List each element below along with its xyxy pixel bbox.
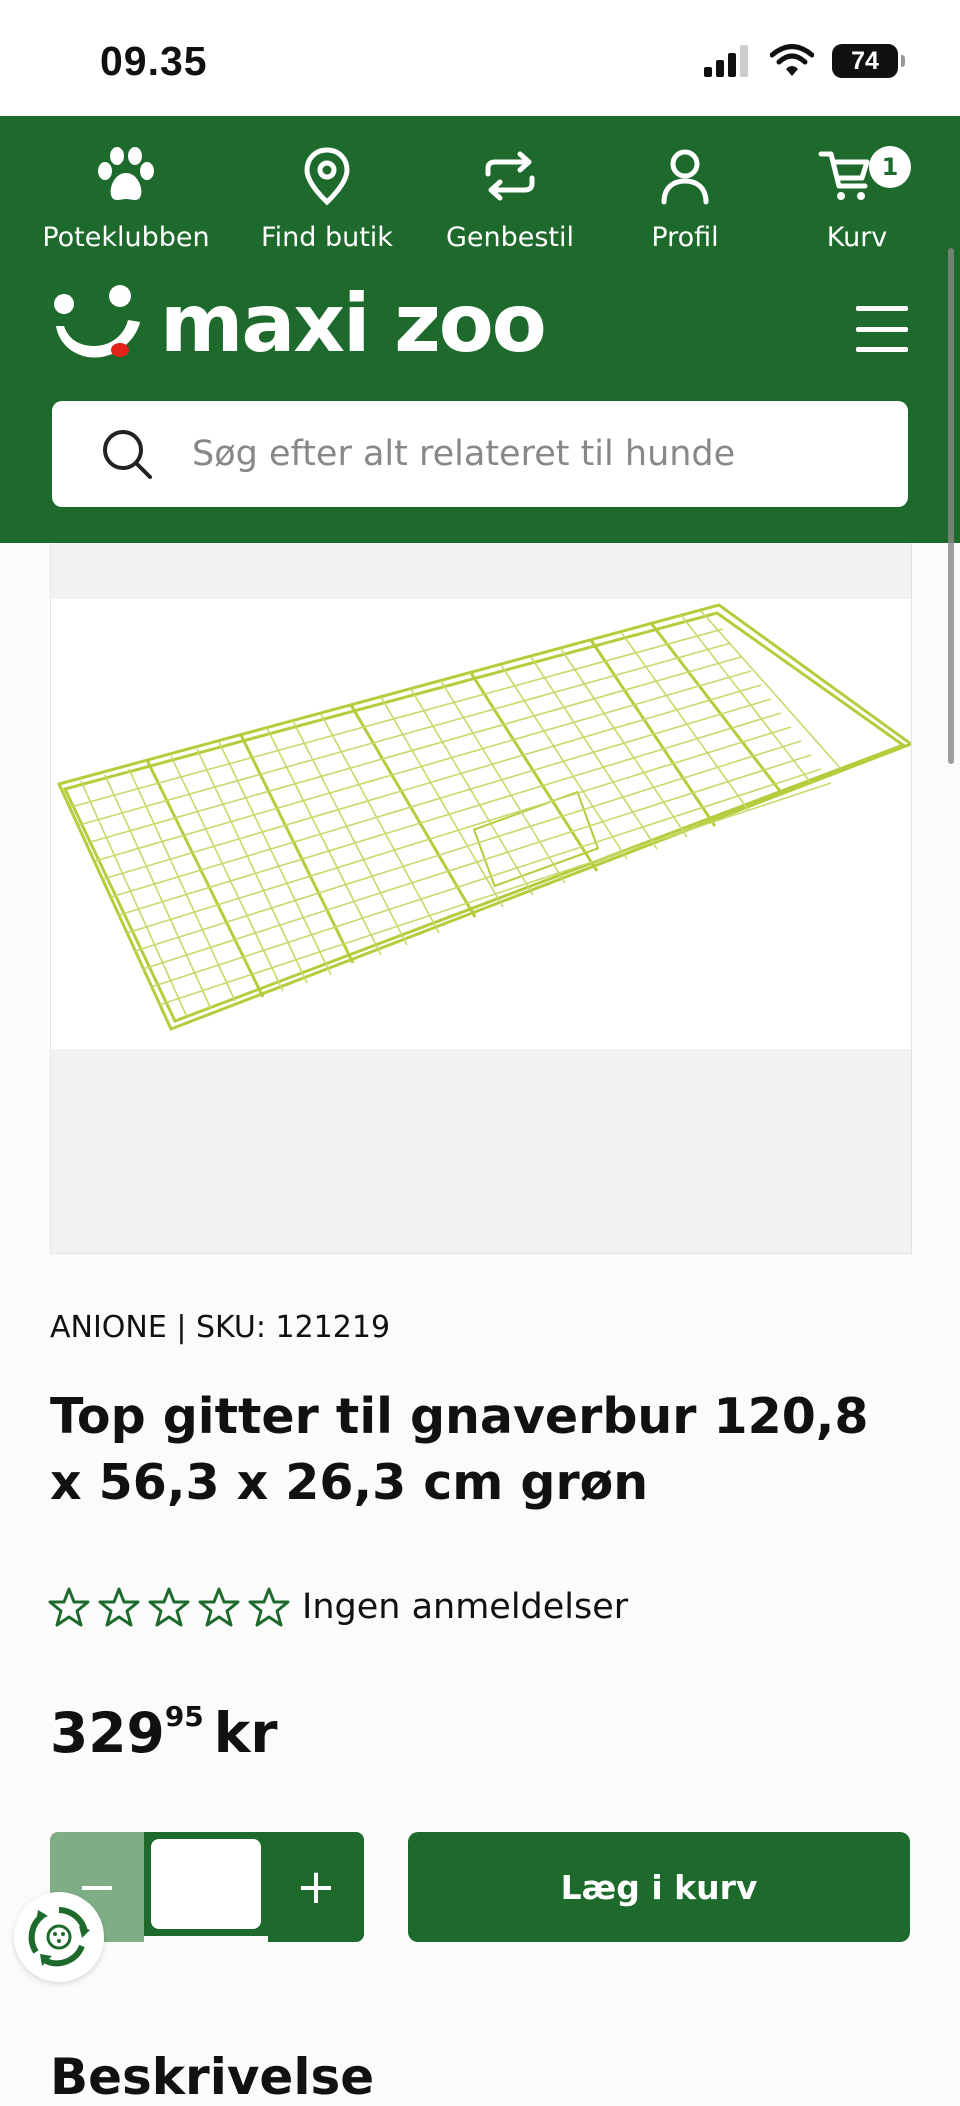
nav-label-find-butik: Find butik [261,222,393,253]
product-price: 32995 kr [50,1700,277,1765]
cart-icon [818,151,870,200]
price-currency: kr [213,1701,278,1765]
quantity-input[interactable] [151,1839,261,1929]
search-icon [103,430,152,479]
nav-item-poteklubben[interactable]: Poteklubben [36,136,216,253]
site-header: Poteklubben Find butik Genbestil Profil … [0,116,960,543]
menu-line-icon [856,306,908,311]
status-icons: 74 [704,44,905,78]
status-bar: 09.35 74 [0,0,960,116]
nav-label-genbestil: Genbestil [445,222,575,253]
recycle-icon [28,1907,90,1967]
add-to-cart-button[interactable]: Læg i kurv [408,1832,910,1942]
star-empty-icon [198,1587,240,1627]
product-title: Top gitter til gnaverbur 120,8 x 56,3 x … [50,1388,869,1511]
wifi-icon [770,44,814,76]
nav-item-find-butik[interactable]: Find butik [237,136,417,253]
product-image[interactable] [51,599,915,1049]
nav-label-poteklubben: Poteklubben [42,222,210,253]
logo-wordmark: maxi zoo [160,277,547,370]
product-gallery[interactable] [50,543,915,1254]
star-empty-icon [148,1587,190,1627]
search-bar[interactable]: Søg efter alt relateret til hunde [52,401,908,507]
star-empty-icon [248,1587,290,1627]
menu-line-icon [856,326,908,332]
price-minor: 95 [164,1700,204,1733]
cart-count-badge: 1 [869,146,911,188]
search-input[interactable]: Søg efter alt relateret til hunde [192,434,735,474]
nav-item-genbestil[interactable]: Genbestil [420,136,600,253]
star-empty-icon [98,1587,140,1627]
nav-label-profil: Profil [651,222,719,253]
sustainability-badge-button[interactable] [14,1892,104,1982]
nav-item-profil[interactable]: Profil [595,136,775,253]
page-scrollbar[interactable] [948,248,954,764]
product-rating[interactable]: Ingen anmeldelser [48,1586,628,1628]
maxi-zoo-mascot-icon [54,285,140,358]
menu-line-icon [856,347,908,352]
status-time: 09.35 [100,38,208,84]
product-brand-sku: ANIONE | SKU: 121219 [50,1310,391,1345]
nav-label-kurv: Kurv [826,222,888,253]
star-empty-icon [48,1587,90,1627]
cellular-signal-icon [704,45,748,77]
top-navigation: Poteklubben Find butik Genbestil Profil … [0,136,960,276]
location-pin-icon [304,147,350,206]
quantity-input-wrapper [144,1832,268,1936]
quantity-increase-button[interactable]: + [268,1832,364,1942]
nav-item-kurv[interactable]: 1 Kurv [767,136,947,253]
paw-icon [98,147,154,200]
hamburger-menu-button[interactable] [856,306,908,352]
description-heading[interactable]: Beskrivelse [50,2048,374,2106]
price-major: 329 [50,1701,165,1765]
rating-text: Ingen anmeldelser [302,1587,629,1627]
user-icon [661,149,709,205]
battery-indicator: 74 [832,44,905,78]
maxi-zoo-logo[interactable]: maxi zoo [50,277,547,370]
reorder-icon [485,151,535,201]
wire-cage-top-image [56,603,915,1031]
